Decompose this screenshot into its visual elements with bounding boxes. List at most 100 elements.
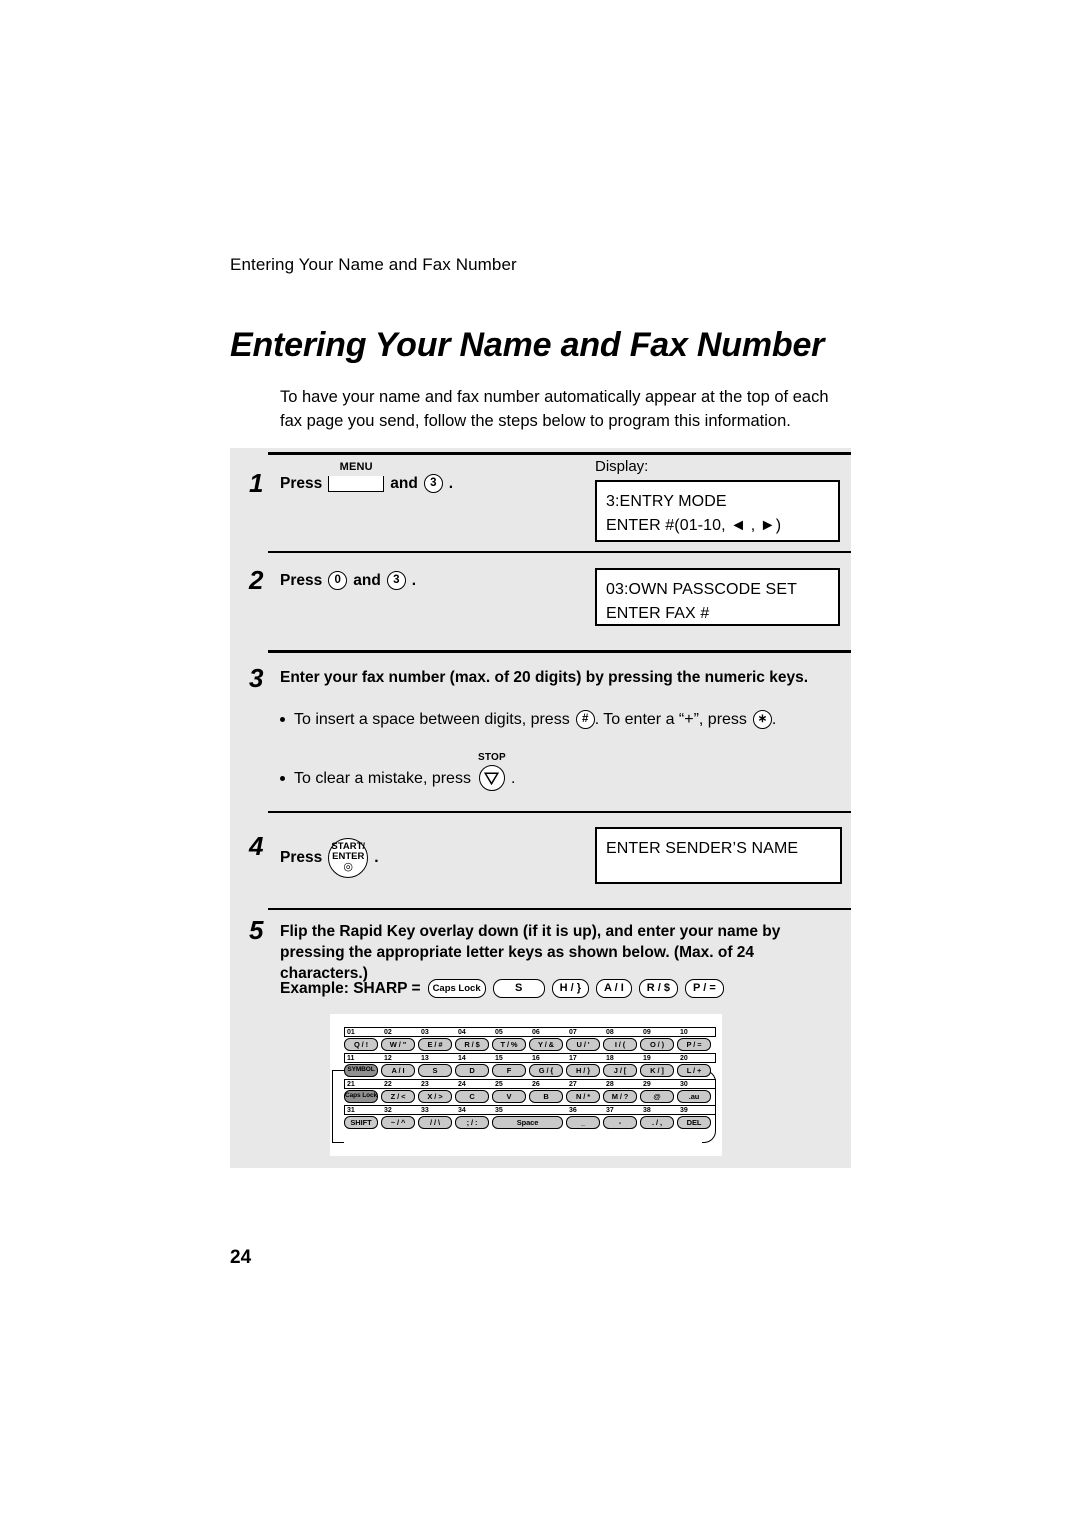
keyboard-key[interactable]: ~ / ^: [381, 1116, 415, 1129]
keyboard-key[interactable]: M / ?: [603, 1090, 637, 1103]
keyboard-key[interactable]: R / $: [455, 1038, 489, 1051]
keyboard-key[interactable]: -: [603, 1116, 637, 1129]
page-title: Entering Your Name and Fax Number: [230, 326, 825, 364]
key-number-label: 13: [421, 1055, 429, 1062]
numeric-key-0[interactable]: 0: [328, 571, 348, 590]
divider-top: [268, 452, 851, 455]
key-number-label: 06: [532, 1029, 540, 1036]
step-2-number: 2: [249, 565, 264, 595]
keyboard-key[interactable]: ; / :: [455, 1116, 489, 1129]
keyboard-key[interactable]: Z / <: [381, 1090, 415, 1103]
key-number-label: 30: [680, 1081, 688, 1088]
example-key-s[interactable]: S: [492, 979, 545, 998]
keyboard-key[interactable]: N / *: [566, 1090, 600, 1103]
keyboard-key[interactable]: _: [566, 1116, 600, 1129]
key-number-label: 16: [532, 1055, 540, 1062]
key-number-label: 22: [384, 1081, 392, 1088]
divider-step2: [268, 551, 851, 553]
key-number-label: 10: [680, 1029, 688, 1036]
hash-key[interactable]: #: [575, 710, 595, 729]
start-symbol-icon: ◎: [343, 861, 354, 874]
step-2-period: .: [411, 571, 417, 589]
keyboard-key[interactable]: J / [: [603, 1064, 637, 1077]
keyboard-key[interactable]: P / =: [677, 1038, 711, 1051]
step-5-number: 5: [249, 915, 264, 945]
key-number-label: 39: [680, 1107, 688, 1114]
keyboard-row-labels: 11 12 13 14 15 16 17 18 19 20: [344, 1053, 716, 1063]
keyboard-key[interactable]: Q / !: [344, 1038, 378, 1051]
bullet-dot: [280, 717, 285, 722]
keyboard-key[interactable]: Caps Lock: [344, 1090, 378, 1103]
numeric-key-3[interactable]: 3: [386, 571, 406, 590]
display-step-1-line-2: ENTER #(01-10, ◄ , ►): [606, 517, 782, 534]
key-number-label: 12: [384, 1055, 392, 1062]
stop-key[interactable]: STOP: [478, 752, 506, 792]
key-number-label: 37: [606, 1107, 614, 1114]
keyboard-key[interactable]: V: [492, 1090, 526, 1103]
keyboard-key[interactable]: G / {: [529, 1064, 563, 1077]
keyboard-key-row: SHIFT ~ / ^ / / \; / : Space _ -. / , DEL: [344, 1116, 716, 1129]
keyboard-key[interactable]: K / ]: [640, 1064, 674, 1077]
keyboard-key[interactable]: H / }: [566, 1064, 600, 1077]
keyboard-key[interactable]: @: [640, 1090, 674, 1103]
key-number-label: 05: [495, 1029, 503, 1036]
keyboard-key[interactable]: Y / &: [529, 1038, 563, 1051]
step-1-period: .: [448, 474, 454, 492]
example-key-caps-lock[interactable]: Caps Lock: [427, 979, 486, 998]
overlay-left-bracket: [332, 1070, 344, 1143]
keyboard-key[interactable]: Space: [492, 1116, 563, 1129]
step-2-and-label: and: [353, 571, 381, 589]
divider-step3: [268, 650, 851, 653]
keyboard-key[interactable]: S: [418, 1064, 452, 1077]
intro-paragraph: To have your name and fax number automat…: [280, 388, 829, 430]
document-page: Entering Your Name and Fax Number Enteri…: [0, 0, 1080, 1528]
keyboard-key[interactable]: U / ': [566, 1038, 600, 1051]
keyboard-key[interactable]: E / #: [418, 1038, 452, 1051]
stop-key-label: STOP: [478, 752, 506, 763]
example-key-a[interactable]: A / I: [596, 979, 632, 998]
keyboard-key[interactable]: T / %: [492, 1038, 526, 1051]
display-box-step-2: 03:OWN PASSCODE SET ENTER FAX #: [595, 568, 840, 626]
display-box-step-4: ENTER SENDER’S NAME: [595, 827, 842, 884]
key-number-label: 02: [384, 1029, 392, 1036]
step-3-bullet-1-text-a: To insert a space between digits, press: [294, 710, 570, 728]
key-number-label: 35: [495, 1107, 503, 1114]
keyboard-key[interactable]: . / ,: [640, 1116, 674, 1129]
rapid-key-overlay-diagram: 01 02 03 04 05 06 07 08 09 10 Q / ! W / " E / # R / $…: [330, 1014, 722, 1156]
menu-key[interactable]: MENU: [328, 461, 385, 492]
example-key-h[interactable]: H / }: [551, 979, 590, 998]
keyboard-key[interactable]: X / >: [418, 1090, 452, 1103]
keyboard-key[interactable]: A / I: [381, 1064, 415, 1077]
start-enter-key[interactable]: START/ ENTER ◎: [328, 838, 369, 878]
keyboard-key[interactable]: L / +: [677, 1064, 711, 1077]
key-number-label: 33: [421, 1107, 429, 1114]
keyboard-key[interactable]: DEL: [677, 1116, 711, 1129]
keyboard-key[interactable]: W / ": [381, 1038, 415, 1051]
key-number-label: 07: [569, 1029, 577, 1036]
keyboard-key[interactable]: O / ): [640, 1038, 674, 1051]
keyboard-key[interactable]: C: [455, 1090, 489, 1103]
example-key-p[interactable]: P / =: [685, 979, 724, 998]
key-number-label: 03: [421, 1029, 429, 1036]
asterisk-key[interactable]: ∗: [752, 710, 772, 729]
keyboard-key[interactable]: F: [492, 1064, 526, 1077]
keyboard-key[interactable]: / / \: [418, 1116, 452, 1129]
display-box-step-1: 3:ENTRY MODE ENTER #(01-10, ◄ , ►): [595, 480, 840, 542]
keyboard-key[interactable]: .au: [677, 1090, 711, 1103]
keyboard-rows: 01 02 03 04 05 06 07 08 09 10 Q / ! W / " E / # R / $…: [344, 1027, 716, 1131]
keyboard-key[interactable]: SHIFT: [344, 1116, 378, 1129]
divider-step5: [268, 908, 851, 910]
key-number-label: 23: [421, 1081, 429, 1088]
keyboard-key[interactable]: I / (: [603, 1038, 637, 1051]
keyboard-key[interactable]: D: [455, 1064, 489, 1077]
keyboard-key-row: Caps Lock Z / < X / > C V B N / * M / ? @ .au: [344, 1090, 716, 1103]
keyboard-key[interactable]: B: [529, 1090, 563, 1103]
numeric-key-3[interactable]: 3: [423, 474, 443, 493]
keyboard-key[interactable]: SYMBOL: [344, 1064, 378, 1077]
key-number-label: 26: [532, 1081, 540, 1088]
example-key-r[interactable]: R / $: [638, 979, 679, 998]
display-label: Display:: [595, 458, 649, 475]
step-1-body: Press MENU and 3 .: [280, 461, 454, 493]
step-5-heading: Flip the Rapid Key overlay down (if it i…: [280, 923, 781, 982]
key-number-label: 18: [606, 1055, 614, 1062]
